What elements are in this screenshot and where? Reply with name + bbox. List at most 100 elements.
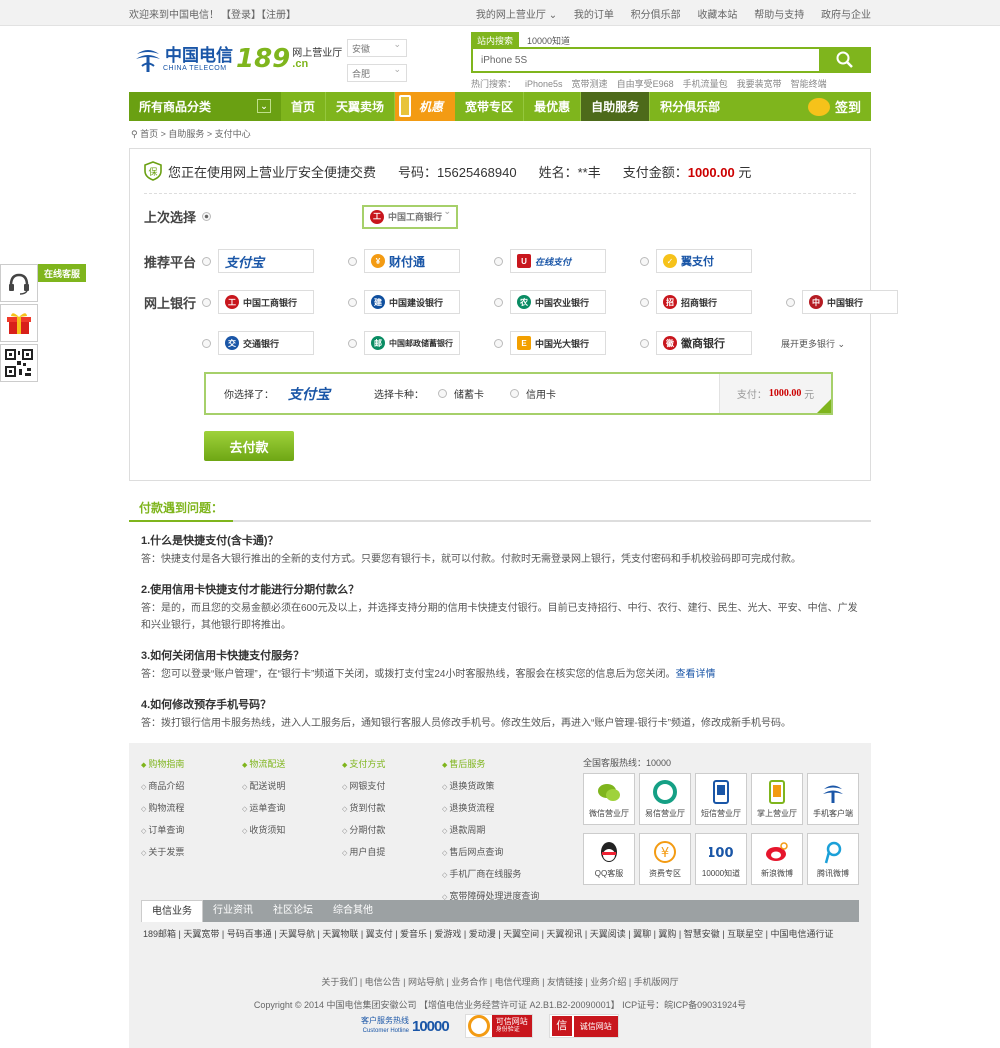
site-logo[interactable]: 中国电信 CHINA TELECOM 189 网上营业厅 .cn — [133, 44, 342, 74]
expand-more-banks-link[interactable]: 展开更多银行 ⌄ — [781, 337, 845, 350]
bank-card-boc[interactable]: 中中国银行 — [802, 290, 898, 314]
footer-link[interactable]: 退换货流程 — [449, 803, 494, 813]
bank-card-psbc[interactable]: 邮中国邮政储蓄银行 — [364, 331, 460, 355]
mobile-client-button[interactable]: 手机客户端 — [807, 773, 859, 825]
register-link[interactable]: 【注册】 — [261, 10, 296, 21]
province-select[interactable]: 安徽 — [347, 39, 407, 57]
nav-item-deals[interactable]: 最优惠 — [524, 92, 582, 121]
hot-item[interactable]: 我要装宽带 — [737, 79, 782, 89]
credit-card-option[interactable]: 信用卡 — [510, 386, 556, 401]
bank-option[interactable]: 建中国建设银行 — [348, 290, 460, 314]
bank-option[interactable]: 招招商银行 — [640, 290, 752, 314]
login-link[interactable]: 【登录】 — [221, 10, 261, 21]
footer-link[interactable]: 售后网点查询 — [449, 847, 503, 857]
online-service-label[interactable]: 在线客服 — [38, 264, 86, 282]
bank-option[interactable]: 中中国银行 — [786, 290, 898, 314]
hot-item[interactable]: 宽带测速 — [572, 79, 608, 89]
top-link-orders[interactable]: 我的订单 — [574, 10, 614, 21]
bank-card-cmb[interactable]: 招招商银行 — [656, 290, 752, 314]
tariff-zone-button[interactable]: ¥ 资费专区 — [639, 833, 691, 885]
nav-item-broadband[interactable]: 宽带专区 — [455, 92, 525, 121]
sms-hall-button[interactable]: 短信营业厅 — [695, 773, 747, 825]
bank-option[interactable]: 农中国农业银行 — [494, 290, 606, 314]
platform-alipay[interactable]: 支付宝 — [218, 249, 314, 273]
top-link-points[interactable]: 积分俱乐部 — [631, 10, 681, 21]
footer-link[interactable]: 运单查询 — [249, 803, 285, 813]
footer-about-links[interactable]: 关于我们 | 电信公告 | 网站导航 | 业务合作 | 电信代理商 | 友情链接… — [129, 975, 871, 988]
nav-item-jihui[interactable]: 机惠 — [395, 92, 456, 121]
signin-button[interactable]: 签到 — [807, 92, 861, 121]
debit-card-option[interactable]: 储蓄卡 — [438, 386, 484, 401]
bank-option[interactable]: ✓ 翼支付 — [640, 249, 752, 273]
nav-item-points-club[interactable]: 积分俱乐部 — [650, 92, 730, 121]
pay-button[interactable]: 去付款 — [204, 431, 294, 461]
bank-card-ceb[interactable]: E 中国光大银行 — [510, 331, 606, 355]
10000-know-button[interactable]: 1000010000知道 — [695, 833, 747, 885]
bank-card-ccb[interactable]: 建中国建设银行 — [364, 290, 460, 314]
footer-tab-industry[interactable]: 行业资讯 — [203, 900, 263, 922]
all-categories-menu[interactable]: 所有商品分类 ⌄ — [129, 92, 281, 121]
platform-unionpay[interactable]: U 在线支付 — [510, 249, 606, 273]
search-input[interactable] — [473, 49, 813, 71]
top-link-my-hall[interactable]: 我的网上营业厅 ⌄ — [476, 10, 557, 21]
bank-option[interactable]: 交交通银行 — [202, 331, 314, 355]
wechat-hall-button[interactable]: 微信营业厅 — [583, 773, 635, 825]
online-service-button[interactable] — [0, 264, 38, 302]
platform-tenpay[interactable]: ¥ 财付通 — [364, 249, 460, 273]
bank-card-hsb[interactable]: 徽徽商银行 — [656, 331, 752, 355]
hot-item[interactable]: 智能终端 — [791, 79, 827, 89]
search-button[interactable] — [819, 47, 871, 73]
platform-bestpay[interactable]: ✓ 翼支付 — [656, 249, 752, 273]
bank-option[interactable]: E 中国光大银行 — [494, 331, 606, 355]
hot-item[interactable]: iPhone5s — [525, 79, 563, 89]
bank-card-bocom[interactable]: 交交通银行 — [218, 331, 314, 355]
footer-link[interactable]: 订单查询 — [148, 825, 184, 835]
integrity-site-badge[interactable]: 信 诚信网站 — [548, 1014, 619, 1038]
city-select[interactable]: 合肥 — [347, 64, 407, 82]
nav-item-home[interactable]: 首页 — [281, 92, 327, 121]
footer-tab-community[interactable]: 社区论坛 — [263, 900, 323, 922]
footer-link[interactable]: 收货须知 — [249, 825, 285, 835]
footer-link[interactable]: 购物流程 — [148, 803, 184, 813]
footer-service-links[interactable]: 189邮箱 | 天翼宽带 | 号码百事通 | 天翼导航 | 天翼物联 | 翼支付… — [143, 926, 859, 942]
qq-service-button[interactable]: QQ客服 — [583, 833, 635, 885]
nav-item-store[interactable]: 天翼卖场 — [326, 92, 396, 121]
bank-option[interactable]: ¥ 财付通 — [348, 249, 460, 273]
gift-button[interactable] — [0, 304, 38, 342]
breadcrumb-home[interactable]: 首页 — [140, 129, 158, 139]
top-link-help[interactable]: 帮助与支持 — [754, 10, 804, 21]
footer-link[interactable]: 货到付款 — [349, 803, 385, 813]
footer-link[interactable]: 手机厂商在线服务 — [449, 869, 521, 879]
yixin-hall-button[interactable]: 易信营业厅 — [639, 773, 691, 825]
top-link-enterprise[interactable]: 政府与企业 — [821, 10, 871, 21]
bank-option[interactable]: 工中国工商银行 — [202, 204, 458, 229]
footer-link[interactable]: 退换货政策 — [449, 781, 494, 791]
bank-card-abc[interactable]: 农中国农业银行 — [510, 290, 606, 314]
sina-weibo-button[interactable]: 新浪微博 — [751, 833, 803, 885]
footer-tab-other[interactable]: 综合其他 — [323, 900, 383, 922]
footer-link[interactable]: 退款周期 — [449, 825, 485, 835]
bank-option[interactable]: 邮中国邮政储蓄银行 — [348, 331, 460, 355]
bank-option[interactable]: U 在线支付 — [494, 249, 606, 273]
footer-link[interactable]: 网银支付 — [349, 781, 385, 791]
mobile-hall-button[interactable]: 掌上营业厅 — [751, 773, 803, 825]
tencent-weibo-button[interactable]: 腾讯微博 — [807, 833, 859, 885]
footer-link[interactable]: 配送说明 — [249, 781, 285, 791]
hot-item[interactable]: 自由享受E968 — [617, 79, 674, 89]
bank-option[interactable]: 工中国工商银行 — [202, 290, 314, 314]
footer-link[interactable]: 关于发票 — [148, 847, 184, 857]
bank-card-icbc[interactable]: 工中国工商银行 — [218, 290, 314, 314]
top-link-favorite[interactable]: 收藏本站 — [697, 10, 737, 21]
nav-item-self-service[interactable]: 自助服务 — [581, 92, 651, 121]
hot-item[interactable]: 手机流量包 — [683, 79, 728, 89]
footer-tab-telecom[interactable]: 电信业务 — [141, 900, 203, 922]
bank-card-icbc[interactable]: 工中国工商银行 — [362, 204, 458, 229]
radio-selected[interactable] — [202, 212, 211, 221]
breadcrumb-self-service[interactable]: 自助服务 — [168, 129, 204, 139]
footer-link[interactable]: 用户自提 — [349, 847, 385, 857]
qrcode-button[interactable] — [0, 344, 38, 382]
bank-option[interactable]: 徽徽商银行 — [640, 331, 752, 355]
view-details-link[interactable]: 查看详情 — [675, 669, 715, 680]
footer-link[interactable]: 分期付款 — [349, 825, 385, 835]
trusted-site-badge[interactable]: 可信网站 身份验证 — [464, 1014, 533, 1038]
